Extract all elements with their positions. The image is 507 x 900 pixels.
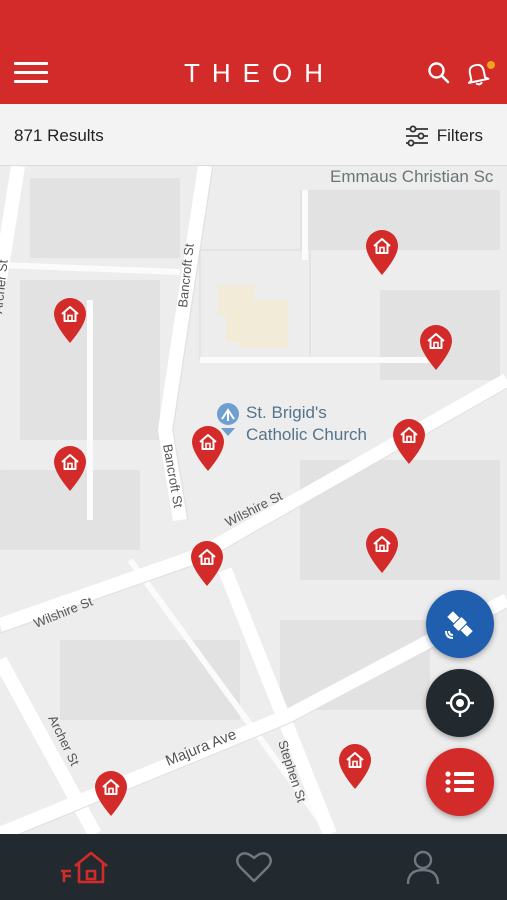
filters-label: Filters: [436, 126, 483, 145]
search-icon[interactable]: [426, 60, 452, 86]
property-pin[interactable]: [189, 539, 225, 587]
house-pin-icon: [192, 426, 224, 471]
map-view[interactable]: Emmaus Christian Sc St. Brigid's Catholi…: [0, 166, 507, 834]
list-view-button[interactable]: [426, 748, 494, 816]
person-icon: [406, 850, 439, 885]
school-label: Emmaus Christian Sc: [330, 167, 494, 186]
satellite-view-button[interactable]: [426, 590, 494, 658]
sliders-icon: [405, 125, 428, 147]
property-pin[interactable]: [364, 228, 400, 276]
satellite-icon: [445, 611, 473, 639]
crosshair-icon: [446, 689, 474, 717]
house-pin-icon: [420, 325, 452, 370]
nav-home[interactable]: [0, 834, 169, 900]
notification-badge: [487, 61, 495, 69]
results-count: 871 Results: [14, 126, 104, 145]
house-icon: [60, 851, 108, 884]
property-pin[interactable]: [93, 769, 129, 817]
app-header: THEOH: [0, 0, 507, 104]
filters-button[interactable]: Filters: [405, 124, 483, 148]
house-pin-icon: [366, 528, 398, 573]
house-pin-icon: [339, 744, 371, 789]
street-label-bancroft-south: Bancroft St: [160, 443, 186, 509]
property-pin[interactable]: [52, 444, 88, 492]
property-pin[interactable]: [52, 296, 88, 344]
heart-icon: [235, 852, 272, 883]
church-label-line2: Catholic Church: [246, 425, 367, 444]
house-pin-icon: [54, 298, 86, 343]
property-pin[interactable]: [418, 323, 454, 371]
house-pin-icon: [191, 541, 223, 586]
property-pin[interactable]: [364, 526, 400, 574]
house-pin-icon: [393, 419, 425, 464]
results-bar: 871 Results Filters: [0, 104, 507, 166]
property-pin[interactable]: [190, 424, 226, 472]
map-canvas[interactable]: Emmaus Christian Sc St. Brigid's Catholi…: [0, 166, 507, 834]
property-pin[interactable]: [391, 417, 427, 465]
bottom-navigation: [0, 834, 507, 900]
street-label-archer-north: Archer St: [0, 258, 11, 314]
nav-profile[interactable]: [338, 834, 507, 900]
my-location-button[interactable]: [426, 669, 494, 737]
nav-favorites[interactable]: [169, 834, 338, 900]
list-icon: [445, 771, 474, 793]
house-pin-icon: [366, 230, 398, 275]
property-pin[interactable]: [337, 742, 373, 790]
church-label-line1: St. Brigid's: [246, 403, 327, 422]
house-pin-icon: [95, 771, 127, 816]
house-pin-icon: [54, 446, 86, 491]
